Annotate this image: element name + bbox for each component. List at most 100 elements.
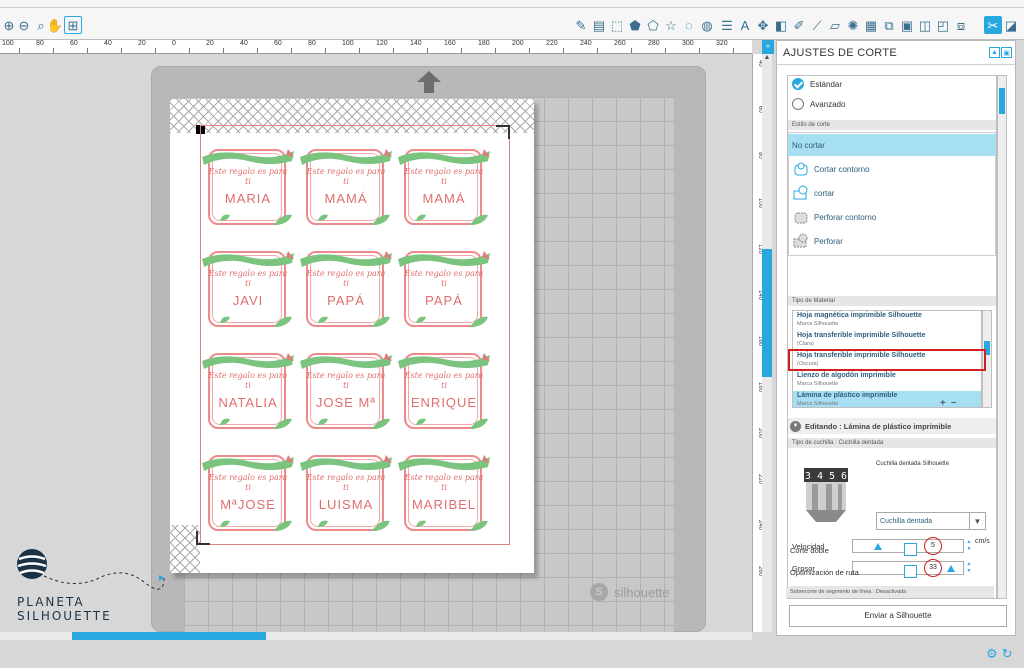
gift-label[interactable]: Este regalo es para ti MAMÁ bbox=[398, 145, 490, 229]
lasso-icon[interactable]: ✺ bbox=[844, 16, 862, 34]
pan-icon[interactable]: ✋ bbox=[46, 16, 64, 34]
cut-style-label: Perforar contorno bbox=[814, 212, 877, 222]
gear-icon[interactable]: ⚙ bbox=[986, 646, 998, 662]
offset-icon[interactable]: ⧈ bbox=[952, 16, 970, 34]
lines-icon[interactable]: ☰ bbox=[718, 16, 736, 34]
add-material-button[interactable]: + bbox=[940, 398, 951, 409]
send-to-silhouette-button[interactable]: Enviar a Silhouette bbox=[789, 605, 1007, 627]
ribbon-icon bbox=[300, 149, 392, 165]
gift-label[interactable]: Este regalo es para ti MAMÁ bbox=[300, 145, 392, 229]
speed-slider-knob[interactable] bbox=[874, 543, 882, 550]
fill-icon[interactable]: ◪ bbox=[1002, 16, 1020, 34]
cut-style-no-cut[interactable]: No cortar bbox=[788, 134, 996, 156]
gift-label[interactable]: Este regalo es para ti ENRIQUE bbox=[398, 349, 490, 433]
ruler-tick-line bbox=[393, 48, 394, 53]
label-name: ENRIQUE bbox=[410, 395, 478, 410]
fit-page-icon[interactable]: ⊞ bbox=[64, 16, 82, 34]
label-name: MAMÁ bbox=[324, 191, 368, 206]
print-page[interactable]: Este regalo es para ti MARIA Este regalo e… bbox=[170, 99, 534, 573]
line-icon[interactable]: ▤ bbox=[590, 16, 608, 34]
brand-text: PLANETA SILHOUETTE bbox=[17, 595, 112, 623]
material-item[interactable]: Hoja magnética imprimible Silhouette Marc… bbox=[793, 311, 973, 331]
design-canvas[interactable]: S silhouette Este regalo es para ti MARIA… bbox=[0, 54, 752, 633]
ruler-tick-line bbox=[461, 48, 462, 53]
pen-icon[interactable]: ✐ bbox=[790, 16, 808, 34]
cut-settings-icon[interactable]: ✂ bbox=[984, 16, 1002, 34]
cut-style-header: Estilo de corte bbox=[788, 120, 996, 130]
canvas-horizontal-scrollbar[interactable] bbox=[0, 632, 752, 640]
register-icon[interactable]: ▣ bbox=[898, 16, 916, 34]
ruler-tick-line bbox=[427, 48, 428, 53]
material-item[interactable]: Lienzo de algodón imprimible Marca Silhou… bbox=[793, 371, 973, 391]
gift-label[interactable]: Este regalo es para ti JAVI bbox=[202, 247, 294, 331]
material-sub: Marca Silhouette bbox=[797, 321, 839, 327]
horizontal-scroll-thumb[interactable] bbox=[72, 632, 266, 640]
move-icon[interactable]: ✥ bbox=[754, 16, 772, 34]
cut-style-perforate[interactable]: Perforar bbox=[792, 230, 992, 252]
star-icon[interactable]: ☆ bbox=[662, 16, 680, 34]
mode-advanced-radio[interactable] bbox=[792, 98, 804, 110]
label-prefix-text: Este regalo es para ti bbox=[404, 473, 484, 492]
polygon-icon[interactable]: ⬟ bbox=[626, 16, 644, 34]
speed-slider[interactable] bbox=[852, 539, 964, 553]
scroll-up-icon[interactable]: ▲ bbox=[762, 54, 772, 61]
ruler-tick-label: 140 bbox=[757, 290, 762, 301]
gift-label[interactable]: Este regalo es para ti LUISMA bbox=[300, 451, 392, 535]
ruler-tick-label: 40 bbox=[757, 60, 762, 67]
gift-label[interactable]: Este regalo es para ti PAPÁ bbox=[398, 247, 490, 331]
status-bar bbox=[0, 640, 1024, 668]
curve-icon[interactable]: ◌ bbox=[680, 16, 698, 34]
remove-material-button[interactable]: − bbox=[951, 398, 962, 409]
thickness-stepper[interactable]: ▲ ▼ bbox=[966, 561, 972, 575]
ruler-tick-label: 60 bbox=[757, 106, 762, 113]
speed-stepper[interactable]: ▲ ▼ bbox=[966, 539, 972, 553]
panel-scrollbar[interactable] bbox=[997, 75, 1007, 599]
ruler-tick-label: 120 bbox=[376, 40, 388, 47]
cut-style-contour[interactable]: Cortar contorno bbox=[792, 158, 992, 180]
cut-style-perforate-contour[interactable]: Perforar contorno bbox=[792, 206, 992, 228]
gift-label[interactable]: Este regalo es para ti MªJOSE bbox=[202, 451, 294, 535]
ellipse-icon[interactable]: ◍ bbox=[698, 16, 716, 34]
gift-label[interactable]: Este regalo es para ti NATALIA bbox=[202, 349, 294, 433]
material-item[interactable]: Hoja transferible imprimible Silhouette (… bbox=[793, 331, 973, 351]
leaf-icon bbox=[416, 316, 426, 323]
planeta-silhouette-logo: PLANETA SILHOUETTE bbox=[14, 542, 174, 623]
mirror-icon[interactable]: ◫ bbox=[916, 16, 934, 34]
ribbon-icon bbox=[202, 251, 294, 267]
refresh-icon[interactable]: ↻ bbox=[1002, 646, 1013, 662]
panel-collapse-button[interactable]: » bbox=[762, 40, 774, 54]
ruler-tick-line bbox=[665, 48, 666, 53]
thickness-slider-knob[interactable] bbox=[947, 565, 955, 572]
knife-icon[interactable]: ⟋ bbox=[808, 16, 826, 34]
ruler-tick-label: 300 bbox=[682, 40, 694, 47]
zoom-out-icon[interactable]: ⊖ bbox=[15, 16, 33, 34]
trace-icon[interactable]: ◰ bbox=[934, 16, 952, 34]
thickness-slider[interactable] bbox=[852, 561, 964, 575]
leaf-icon bbox=[274, 316, 292, 327]
panel-dock-icon[interactable]: ▣ bbox=[1001, 47, 1012, 58]
send-icon[interactable]: ⧉ bbox=[880, 16, 898, 34]
material-name: Hoja magnética imprimible Silhouette bbox=[797, 312, 922, 319]
text-icon[interactable]: A bbox=[736, 16, 754, 34]
gift-label[interactable]: Este regalo es para ti PAPÁ bbox=[300, 247, 392, 331]
mode-standard-radio[interactable] bbox=[792, 78, 804, 90]
pentagon-icon[interactable]: ⬠ bbox=[644, 16, 662, 34]
ribbon-icon bbox=[202, 455, 294, 471]
blade-select[interactable]: Cuchilla dentada ▼ bbox=[876, 512, 986, 530]
canvas-vertical-scrollbar[interactable]: ▲ bbox=[762, 54, 772, 632]
ribbon-icon bbox=[300, 251, 392, 267]
panel-up-icon[interactable]: ▲ bbox=[989, 47, 1000, 58]
gift-label[interactable]: Este regalo es para ti JOSE Mª bbox=[300, 349, 392, 433]
gift-label[interactable]: Este regalo es para ti MARIBEL bbox=[398, 451, 490, 535]
leaf-icon bbox=[274, 520, 292, 531]
cut-style-cut[interactable]: cortar bbox=[792, 182, 992, 204]
gift-label[interactable]: Este regalo es para ti MARIA bbox=[202, 145, 294, 229]
panel-scroll-thumb[interactable] bbox=[999, 88, 1005, 114]
split-icon[interactable]: ◧ bbox=[772, 16, 790, 34]
rectangle-icon[interactable]: ⬚ bbox=[608, 16, 626, 34]
eraser-icon[interactable]: ▱ bbox=[826, 16, 844, 34]
library-icon[interactable]: ▦ bbox=[862, 16, 880, 34]
vertical-scroll-thumb[interactable] bbox=[762, 249, 772, 377]
edit-points-icon[interactable]: ✎ bbox=[572, 16, 590, 34]
editing-material-row[interactable]: ▼ Editando : Lámina de plástico imprimib… bbox=[788, 418, 996, 434]
